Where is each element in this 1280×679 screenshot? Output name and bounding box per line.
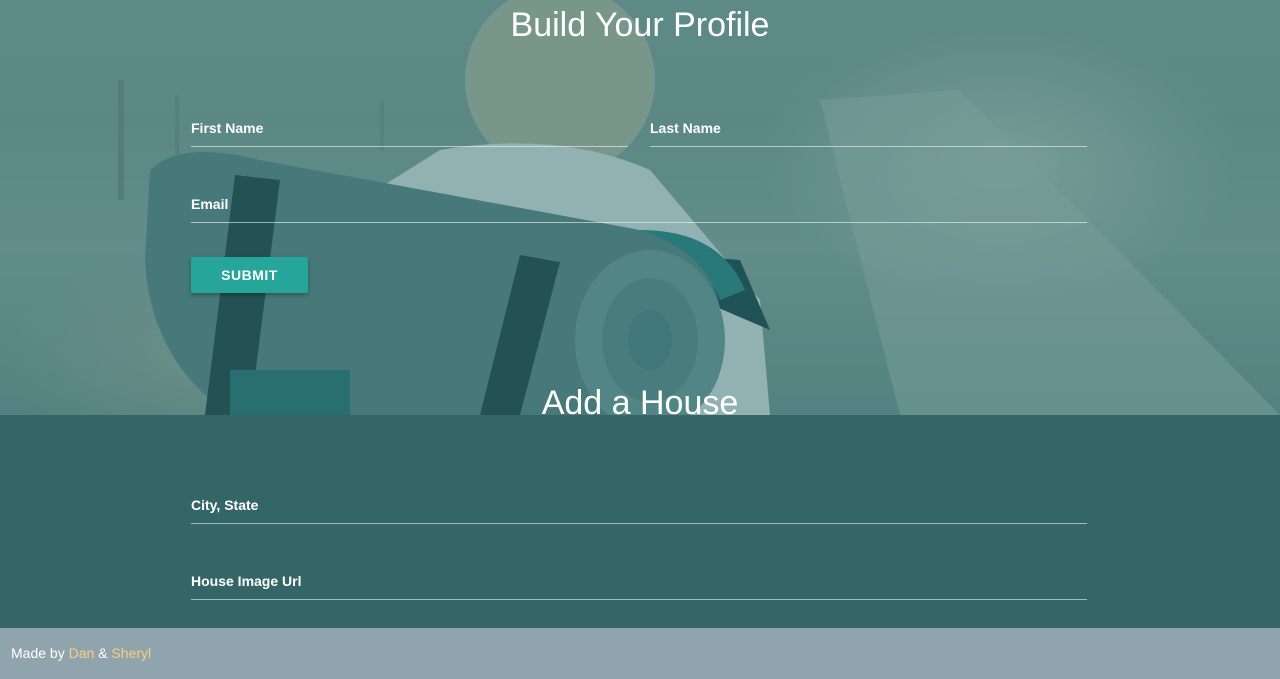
house-image-url-field[interactable]: House Image Url xyxy=(191,559,1091,601)
first-name-input[interactable] xyxy=(191,106,632,148)
footer: Made by Dan & Sheryl xyxy=(0,628,1280,679)
house-image-url-input[interactable] xyxy=(191,559,1091,601)
profile-hero-section: Build Your Profile First Name Last Name … xyxy=(0,0,1280,415)
author-link-sheryl[interactable]: Sheryl xyxy=(111,645,151,661)
submit-button[interactable]: SUBMIT xyxy=(191,257,308,293)
add-house-title: Add a House xyxy=(541,384,739,415)
author-link-dan[interactable]: Dan xyxy=(69,645,95,661)
last-name-field[interactable]: Last Name xyxy=(650,106,1091,148)
email-field[interactable]: Email xyxy=(191,182,1091,224)
footer-prefix: Made by xyxy=(11,645,69,661)
last-name-input[interactable] xyxy=(650,106,1091,148)
footer-separator: & xyxy=(94,645,112,661)
footer-credits: Made by Dan & Sheryl xyxy=(11,645,151,661)
city-state-input[interactable] xyxy=(191,483,1091,525)
email-input[interactable] xyxy=(191,182,1091,224)
city-state-field[interactable]: City, State xyxy=(191,483,1091,525)
profile-title: Build Your Profile xyxy=(510,6,770,44)
first-name-field[interactable]: First Name xyxy=(191,106,632,148)
